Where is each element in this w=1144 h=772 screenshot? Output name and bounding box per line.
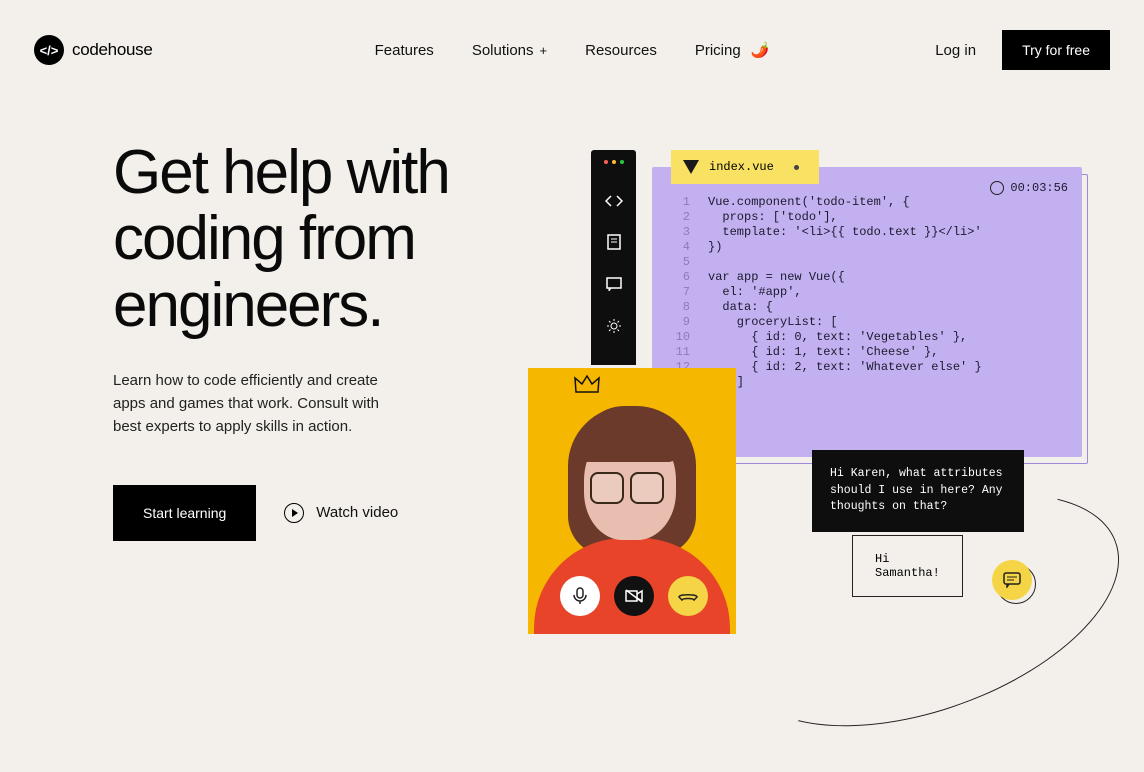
chili-icon: 🌶️ [751,41,770,59]
call-controls [560,576,708,616]
code-line: 8 data: { [668,300,1066,314]
video-card [528,368,736,634]
nav-solutions[interactable]: Solutions [472,41,547,59]
logo-text: codehouse [72,40,152,60]
line-number: 9 [668,315,690,329]
maximize-window-icon [620,160,624,164]
line-number: 6 [668,270,690,284]
code-line: 10 { id: 0, text: 'Vegetables' }, [668,330,1066,344]
try-free-button[interactable]: Try for free [1002,30,1110,70]
logo[interactable]: </> codehouse [34,35,152,65]
comment-icon[interactable] [606,277,622,296]
close-window-icon [604,160,608,164]
code-text: }) [708,240,722,254]
code-text: el: '#app', [708,285,802,299]
code-line: 1 Vue.component('todo-item', { [668,195,1066,209]
code-text: var app = new Vue({ [708,270,845,284]
line-number: 5 [668,255,690,269]
nav-resources[interactable]: Resources [585,41,657,59]
line-number: 8 [668,300,690,314]
code-text: template: '<li>{{ todo.text }}</li>' [708,225,982,239]
watch-video-label: Watch video [316,504,398,521]
document-icon[interactable] [607,234,621,255]
code-text: { id: 1, text: 'Cheese' }, [708,345,938,359]
code-text: groceryList: [ [708,315,838,329]
hero-title: Get help with coding from engineers. [113,140,543,339]
code-line: 3 template: '<li>{{ todo.text }}</li>' [668,225,1066,239]
line-number: 10 [668,330,690,344]
watch-video-button[interactable]: Watch video [284,503,398,523]
line-number: 7 [668,285,690,299]
vue-icon [683,160,699,174]
chat-message-light: Hi Samantha! [852,535,963,597]
window-controls[interactable] [604,160,624,164]
code-line: 4}) [668,240,1066,254]
start-learning-button[interactable]: Start learning [113,485,256,541]
code-line: 9 groceryList: [ [668,315,1066,329]
line-number: 3 [668,225,690,239]
minimize-window-icon [612,160,616,164]
hero-subtitle: Learn how to code efficiently and create… [113,369,393,439]
hangup-button[interactable] [668,576,708,616]
cta-row: Start learning Watch video [113,485,543,541]
code-line: 7 el: '#app', [668,285,1066,299]
unsaved-dot-icon [794,165,799,170]
clock-icon [990,181,1004,195]
editor-tab[interactable]: index.vue [671,150,819,184]
timer-value: 00:03:56 [1010,181,1068,195]
code-text: props: ['todo'], [708,210,838,224]
nav-pricing[interactable]: Pricing 🌶️ [695,41,770,59]
nav-features[interactable]: Features [375,41,434,59]
code-text: { id: 0, text: 'Vegetables' }, [708,330,967,344]
code-line: 11 { id: 1, text: 'Cheese' }, [668,345,1066,359]
camera-off-button[interactable] [614,576,654,616]
code-icon[interactable] [605,194,623,212]
code-text: { id: 2, text: 'Whatever else' } [708,360,982,374]
logo-icon: </> [34,35,64,65]
line-number: 4 [668,240,690,254]
header-actions: Log in Try for free [935,30,1110,70]
header: </> codehouse Features Solutions Resourc… [0,0,1144,100]
line-number: 11 [668,345,690,359]
code-line: 6 var app = new Vue({ [668,270,1066,284]
line-number: 2 [668,210,690,224]
login-link[interactable]: Log in [935,42,976,59]
main-nav: Features Solutions Resources Pricing 🌶️ [375,41,770,59]
plus-icon [540,42,548,59]
line-number: 1 [668,195,690,209]
code-line: 5 [668,255,1066,269]
timer: 00:03:56 [990,181,1068,195]
chat-message-dark: Hi Karen, what attributes should I use i… [812,450,1024,532]
microphone-button[interactable] [560,576,600,616]
code-text: data: { [708,300,773,314]
chat-bubble-button[interactable] [992,560,1032,600]
editor-sidebar [591,150,636,365]
tab-filename: index.vue [709,160,774,174]
hero-text: Get help with coding from engineers. Lea… [113,140,543,541]
settings-icon[interactable] [606,318,622,339]
play-icon [284,503,304,523]
code-text: Vue.component('todo-item', { [708,195,910,209]
code-line: 2 props: ['todo'], [668,210,1066,224]
